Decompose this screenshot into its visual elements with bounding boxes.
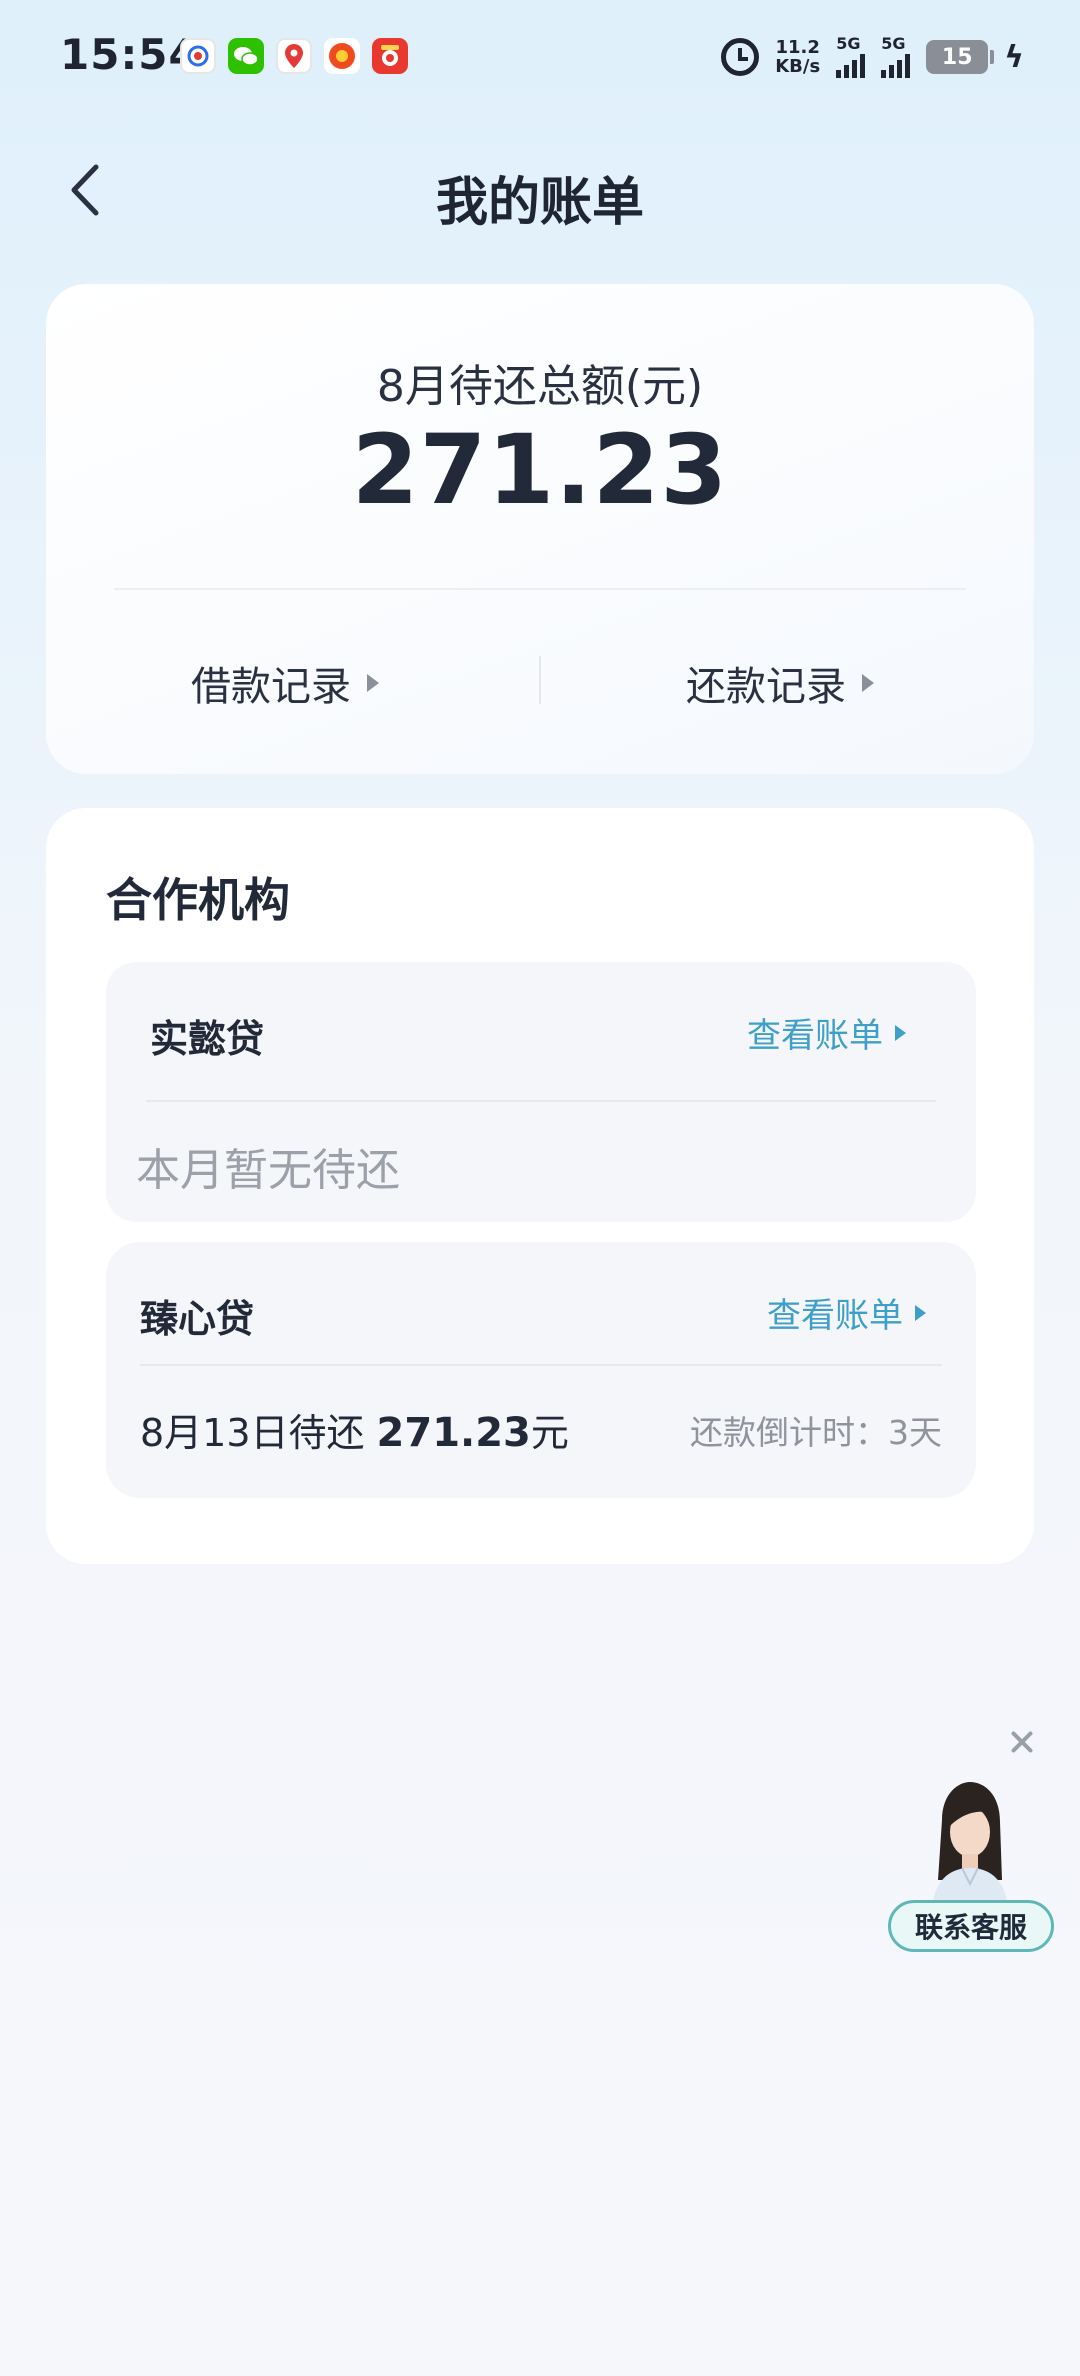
wechat-icon <box>228 38 264 74</box>
due-date-text: 8月13日待还 <box>140 1411 365 1455</box>
signal-bars-icon <box>881 52 911 78</box>
divider <box>146 1100 936 1102</box>
triangle-right-icon <box>862 674 874 692</box>
total-due-amount: 271.23 <box>351 414 729 526</box>
signal-sim1: 5G <box>836 36 866 78</box>
divider <box>114 588 966 590</box>
institution-card: 实懿贷 查看账单 本月暂无待还 <box>106 962 976 1222</box>
close-icon[interactable] <box>1004 1724 1040 1760</box>
signal-bars-icon <box>836 52 866 78</box>
bill-summary-card: 8月待还总额(元) 271.23 借款记录 还款记录 <box>46 284 1034 774</box>
view-bill-label: 查看账单 <box>767 1296 903 1336</box>
institution-name: 臻心贷 <box>140 1297 255 1341</box>
status-indicators: 11.2 KB/s 5G 5G 15 ϟ <box>721 36 1024 78</box>
customer-service-float[interactable]: 联系客服 <box>888 1780 1054 1954</box>
no-due-text: 本月暂无待还 <box>136 1145 400 1196</box>
borrow-record-label: 借款记录 <box>191 664 351 710</box>
repay-countdown: 还款倒计时：3天 <box>690 1413 942 1452</box>
view-bill-link[interactable]: 查看账单 <box>747 1008 906 1057</box>
network-speed: 11.2 KB/s <box>775 37 821 77</box>
view-bill-label: 查看账单 <box>747 1016 883 1056</box>
repay-record-label: 还款记录 <box>686 664 846 710</box>
repay-record-link[interactable]: 还款记录 <box>686 654 874 712</box>
discount-app-icon <box>324 38 360 74</box>
triangle-right-icon <box>367 674 379 692</box>
due-unit: 元 <box>530 1411 569 1455</box>
due-amount: 271.23 <box>376 1410 531 1456</box>
borrow-record-link[interactable]: 借款记录 <box>191 654 379 712</box>
divider <box>539 656 541 704</box>
institution-name: 实懿贷 <box>150 1017 265 1061</box>
signal-sim2: 5G <box>881 36 911 78</box>
alarm-icon <box>721 38 760 76</box>
total-due-label: 8月待还总额(元) <box>376 361 704 412</box>
battery-icon: 15 <box>926 40 995 74</box>
institution-card: 臻心贷 查看账单 8月13日待还 271.23元 还款倒计时：3天 <box>106 1242 976 1498</box>
due-line: 8月13日待还 271.23元 <box>140 1402 569 1457</box>
contact-service-button[interactable]: 联系客服 <box>888 1900 1054 1952</box>
charging-icon: ϟ <box>1004 39 1024 75</box>
triangle-right-icon <box>895 1024 906 1041</box>
status-bar: 15:54 11.2 KB/s 5G 5G 15 ϟ <box>0 0 1080 120</box>
page-title: 我的账单 <box>435 173 644 233</box>
partners-card: 合作机构 实懿贷 查看账单 本月暂无待还 臻心贷 查看账单 8月13日待还 27… <box>46 808 1034 1564</box>
red-app-icon <box>372 38 408 74</box>
triangle-right-icon <box>915 1304 926 1321</box>
status-time: 15:54 <box>60 30 199 79</box>
service-agent-avatar <box>932 1782 1008 1910</box>
baidu-icon <box>180 38 216 74</box>
divider <box>140 1364 942 1366</box>
view-bill-link[interactable]: 查看账单 <box>767 1288 926 1337</box>
section-title: 合作机构 <box>106 873 290 927</box>
maps-icon <box>276 38 312 74</box>
notification-icons <box>180 38 408 74</box>
page-header: 我的账单 <box>0 140 1080 240</box>
